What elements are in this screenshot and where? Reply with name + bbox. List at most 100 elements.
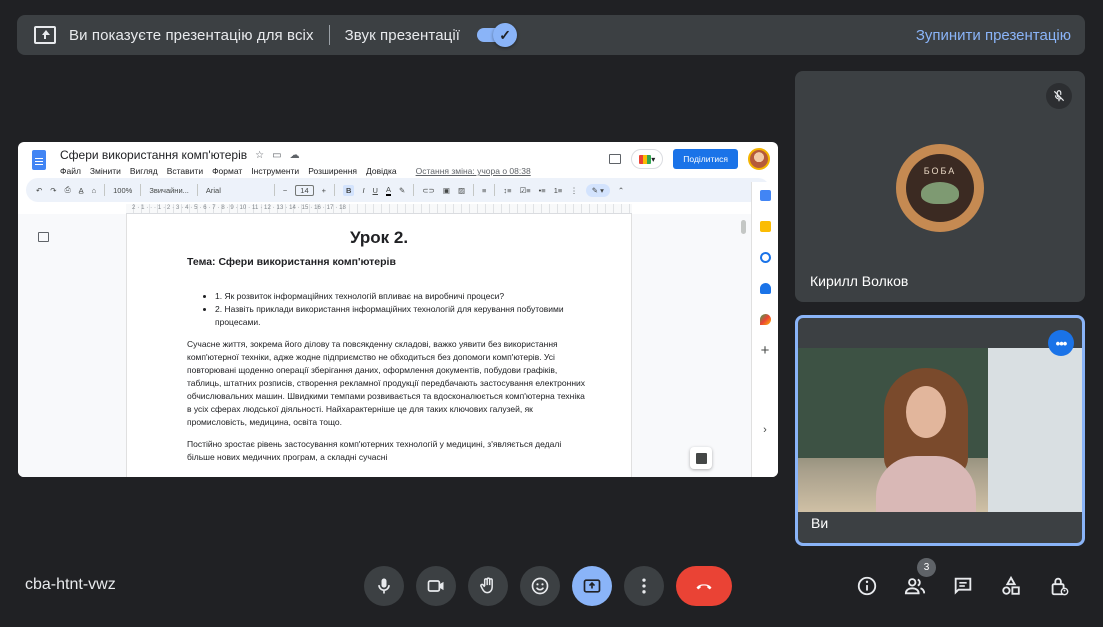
participant-tile[interactable]: БОБА Кирилл Волков — [795, 71, 1085, 302]
doc-canvas: Урок 2. Тема: Сфери використання комп'ют… — [18, 214, 753, 477]
doc-paragraph: Постійно зростає рівень застосування ком… — [187, 439, 562, 462]
contacts-icon — [759, 283, 771, 294]
undo-icon: ↶ — [36, 185, 43, 195]
move-folder-icon: ▭ — [272, 149, 282, 161]
bold-button: B — [343, 184, 355, 196]
present-icon — [583, 579, 601, 593]
doc-menubar: Файл Змінити Вигляд Вставити Формат Інст… — [60, 166, 531, 176]
toolbar-divider — [413, 184, 415, 196]
host-controls-icon — [1051, 577, 1069, 596]
font-select: Arial — [205, 185, 221, 195]
collapse-menus-icon: ⌃ — [617, 185, 625, 195]
participants-count-badge: 3 — [917, 558, 936, 577]
mic-icon — [378, 578, 390, 594]
avatar-text: БОБА — [923, 166, 957, 176]
emoji-icon — [531, 577, 549, 595]
list-item: 1. Як розвиток інформаційних технологій … — [215, 290, 591, 303]
align-icon: ≡ — [482, 185, 487, 195]
checklist-icon: ☑≡ — [519, 185, 531, 195]
presentation-sound-label: Звук презентації — [344, 26, 461, 44]
toolbar-divider — [494, 184, 496, 196]
present-button[interactable] — [572, 566, 612, 606]
presentation-screen: Сфери використання комп'ютерів ☆ ▭ ☁ Фай… — [18, 142, 778, 477]
menu-file: Файл — [60, 166, 81, 176]
self-tile[interactable]: ••• Ви — [795, 315, 1085, 546]
avatar: БОБА — [896, 144, 984, 232]
highlight-icon: ✎ — [398, 185, 406, 195]
maps-icon — [759, 314, 771, 325]
doc-scrollbar — [741, 220, 746, 234]
calendar-icon — [759, 190, 771, 201]
doc-title: Сфери використання комп'ютерів — [60, 148, 248, 162]
star-icon: ☆ — [255, 149, 265, 161]
spellcheck-icon: A̲ — [78, 185, 84, 195]
explore-icon — [695, 452, 707, 464]
add-comment-icon: ▣ — [442, 185, 450, 195]
redo-icon: ↷ — [50, 185, 57, 195]
doc-page: Урок 2. Тема: Сфери використання комп'ют… — [126, 214, 632, 477]
chat-button[interactable] — [950, 573, 976, 599]
ruler-numbers: 2 · 1 · · · 1 · 2 · 3 · 4 · 5 · 6 · 7 · … — [132, 205, 346, 211]
toolbar-divider — [104, 184, 106, 196]
share-button: Поділитися — [673, 149, 738, 169]
doc-toolbar: ↶ ↷ ⎙ A̲ ⌂ 100% Звичайни... Arial − 14 +… — [26, 178, 770, 202]
meeting-info-button[interactable] — [854, 573, 880, 599]
menu-extensions: Розширення — [308, 166, 358, 176]
google-docs-icon — [32, 150, 46, 170]
mic-off-icon — [1046, 83, 1072, 109]
info-icon — [857, 576, 877, 596]
document-outline-icon — [38, 232, 49, 242]
link-icon: ⊂⊃ — [422, 185, 435, 195]
horizontal-ruler: 2 · 1 · · · 1 · 2 · 3 · 4 · 5 · 6 · 7 · … — [126, 204, 632, 214]
emoji-button[interactable] — [520, 566, 560, 606]
activities-button[interactable] — [998, 573, 1024, 599]
expand-panel-icon: › — [763, 424, 767, 436]
menu-format: Формат — [212, 166, 243, 176]
participant-name: Ви — [811, 515, 829, 531]
menu-view: Вигляд — [129, 166, 158, 176]
italic-button: I — [362, 185, 365, 195]
doc-paragraph: Сучасне життя, зокрема його ділову та по… — [187, 339, 586, 427]
presentation-sound-toggle[interactable]: ✓ — [477, 23, 518, 47]
insert-image-icon: ▨ — [457, 185, 466, 195]
more-options-icon — [642, 578, 646, 594]
menu-edit: Змінити — [89, 166, 121, 176]
chat-icon — [954, 577, 972, 595]
camera-icon — [427, 580, 444, 592]
tile-more-options-icon[interactable]: ••• — [1048, 330, 1074, 356]
toolbar-divider — [273, 184, 275, 196]
people-icon — [904, 578, 926, 595]
toolbar-divider — [196, 184, 198, 196]
doc-titlebar: Сфери використання комп'ютерів ☆ ▭ ☁ Фай… — [18, 142, 778, 176]
menu-help: Довідка — [366, 166, 397, 176]
doc-topic: Тема: Сфери використання комп'ютерів — [187, 256, 396, 268]
meet-icon — [639, 154, 652, 164]
last-edit-link: Остання зміна: учора о 08:38 — [415, 166, 531, 176]
paint-format-icon: ⌂ — [91, 185, 97, 195]
question-list: 1. Як розвиток інформаційних технологій … — [215, 290, 591, 329]
mic-button[interactable] — [364, 566, 404, 606]
meeting-code: cba-htnt-vwz — [25, 576, 116, 593]
toolbar-divider — [140, 184, 142, 196]
host-controls-button[interactable] — [1046, 573, 1072, 599]
numbered-list-icon: 1≡ — [553, 185, 563, 195]
toolbar-divider — [473, 184, 475, 196]
line-spacing-icon: ↕≡ — [503, 185, 512, 195]
activities-icon — [1002, 575, 1020, 595]
camera-button[interactable] — [416, 566, 456, 606]
more-options-button[interactable] — [624, 566, 664, 606]
add-addon-icon: + — [760, 342, 770, 359]
presenting-banner: Ви показуєте презентацію для всіх Звук п… — [17, 15, 1085, 55]
decrease-size-icon: − — [282, 185, 288, 195]
list-item: 2. Назвіть приклади використання інформа… — [215, 303, 591, 329]
end-call-button[interactable] — [676, 566, 732, 606]
editing-mode-icon: ✎ ▾ — [585, 183, 610, 197]
more-tools-icon: ⋮ — [570, 185, 578, 195]
toolbar-divider — [334, 184, 336, 196]
raise-hand-button[interactable] — [468, 566, 508, 606]
presenting-text: Ви показуєте презентацію для всіх — [69, 26, 314, 44]
stop-presenting-button[interactable]: Зупинити презентацію — [916, 27, 1071, 44]
present-screen-icon — [34, 26, 56, 44]
doc-heading: Урок 2. — [349, 228, 409, 247]
print-icon: ⎙ — [64, 185, 71, 194]
